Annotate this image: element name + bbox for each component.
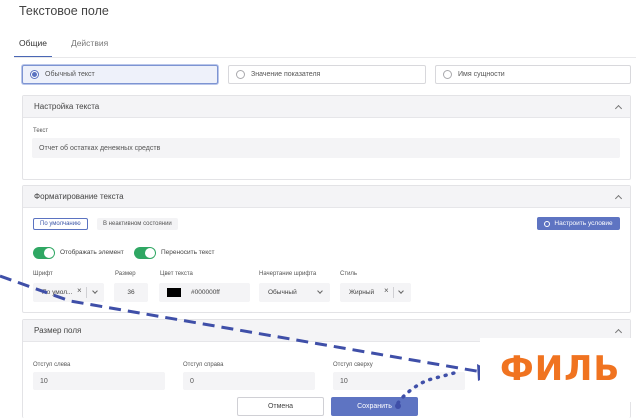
style-label: Стиль <box>340 271 358 277</box>
radio-entity-name[interactable]: Имя сущности <box>435 65 631 84</box>
radio-indicator-value[interactable]: Значение показателя <box>228 65 426 84</box>
configure-condition-button[interactable]: Настроить условие <box>537 217 620 230</box>
tab-actions[interactable]: Действия <box>66 38 113 58</box>
gear-icon <box>544 220 551 227</box>
weight-value: Обычный <box>268 289 297 296</box>
save-button[interactable]: Сохранить <box>331 397 418 416</box>
size-value: 36 <box>127 289 135 296</box>
chevron-up-icon[interactable] <box>614 104 623 112</box>
radio-indicator-on <box>30 70 39 79</box>
radio-indicator-off <box>236 70 245 79</box>
radio-label: Обычный текст <box>45 71 95 78</box>
panel-title: Размер поля <box>34 326 82 335</box>
state-tab-default[interactable]: По умолчанию <box>33 218 88 230</box>
radio-label: Имя сущности <box>458 71 505 78</box>
text-field-label: Текст <box>33 128 49 134</box>
tabs-divider <box>14 57 636 58</box>
cancel-button[interactable]: Отмена <box>237 397 324 416</box>
select-separator <box>393 287 394 298</box>
chevron-up-icon[interactable] <box>614 194 623 202</box>
size-label: Размер <box>115 271 136 277</box>
select-separator <box>86 287 87 298</box>
text-settings-header[interactable]: Настройка текста <box>23 96 630 118</box>
margin-right-input[interactable]: 0 <box>183 372 315 390</box>
chevron-up-icon[interactable] <box>614 328 623 336</box>
dialog-title: Текстовое поле <box>19 4 109 18</box>
margin-left-label: Отступ слева <box>33 362 71 368</box>
formatting-header[interactable]: Форматирование текста <box>23 186 630 208</box>
panel-title: Форматирование текста <box>34 192 124 201</box>
brand-banner: ФИЛЬ <box>480 338 636 402</box>
radio-plain-text[interactable]: Обычный текст <box>22 65 218 84</box>
radio-label: Значение показателя <box>251 71 321 78</box>
size-input[interactable]: 36 <box>114 283 148 302</box>
tab-bar: Общие Действия <box>14 38 113 58</box>
wrap-text-toggle[interactable] <box>134 247 156 259</box>
style-value: Жирный <box>349 289 375 296</box>
show-element-label: Отображать элемент <box>60 249 124 256</box>
color-swatch[interactable] <box>167 288 181 297</box>
clear-icon[interactable]: × <box>77 286 82 295</box>
color-label: Цвет текста <box>160 271 193 277</box>
show-element-toggle[interactable] <box>33 247 55 259</box>
wrap-text-label: Переносить текст <box>161 249 215 256</box>
panel-title: Настройка текста <box>34 102 100 111</box>
font-label: Шрифт <box>33 271 53 277</box>
clear-icon[interactable]: × <box>384 286 389 295</box>
margin-right-label: Отступ справа <box>183 362 224 368</box>
margin-left-input[interactable]: 10 <box>33 372 165 390</box>
tab-general[interactable]: Общие <box>14 38 52 58</box>
radio-indicator-off <box>443 70 452 79</box>
button-label: Настроить условие <box>554 220 613 227</box>
state-tab-inactive[interactable]: В неактивном состоянии <box>97 218 178 230</box>
font-value: По умол... <box>42 289 73 296</box>
brand-text: ФИЛЬ <box>500 349 621 389</box>
margin-top-input[interactable]: 10 <box>333 372 465 390</box>
margin-top-label: Отступ сверху <box>333 362 373 368</box>
weight-label: Начертание шрифта <box>259 271 317 277</box>
text-input[interactable]: Отчет об остатках денежных средств <box>32 138 620 158</box>
